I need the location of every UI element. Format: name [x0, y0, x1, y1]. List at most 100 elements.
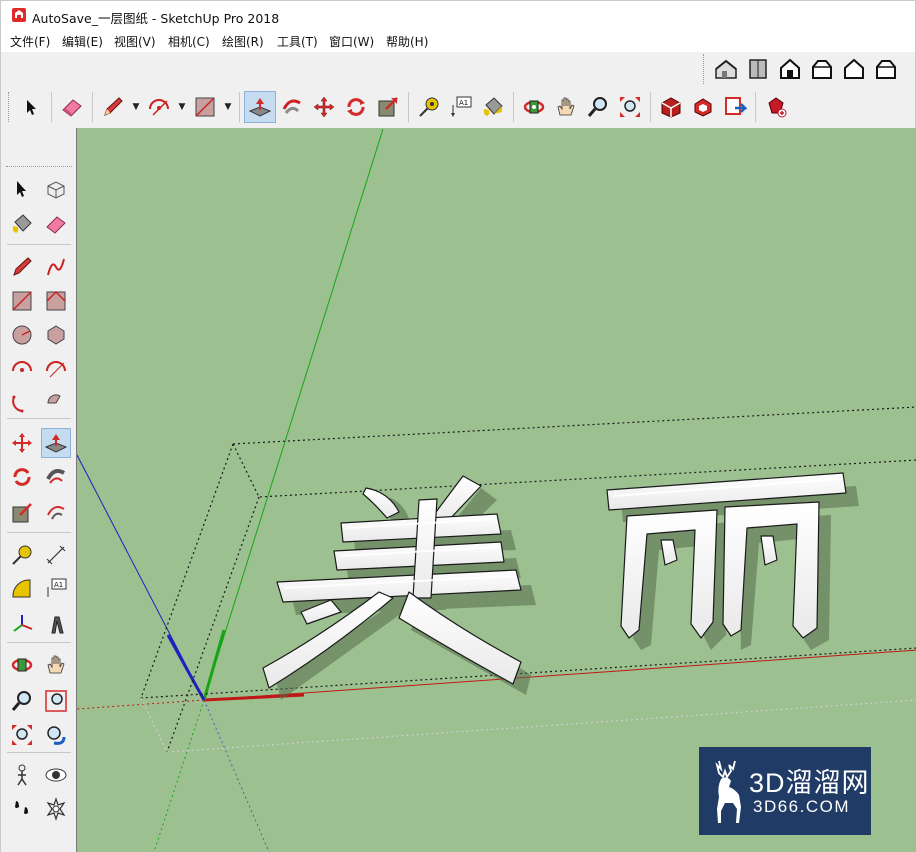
orbit-icon — [523, 100, 545, 114]
rotate-button[interactable] — [7, 462, 37, 492]
follow-me-button[interactable] — [276, 91, 308, 123]
orbit-button[interactable] — [518, 91, 550, 123]
pie-button[interactable] — [41, 388, 71, 418]
pencil-dropdown[interactable]: ▼ — [129, 91, 143, 123]
extension-warehouse-icon — [768, 97, 787, 118]
pan-button[interactable] — [550, 91, 582, 123]
select-button[interactable] — [15, 91, 47, 123]
menu-file[interactable]: 文件(F) — [10, 33, 50, 50]
warehouse-button[interactable] — [655, 91, 687, 123]
follow-me-button[interactable] — [41, 462, 71, 492]
orbit-button[interactable] — [7, 650, 37, 680]
text-tool-label: A1 — [459, 99, 468, 107]
position-camera-button[interactable] — [7, 760, 37, 790]
menu-edit[interactable]: 编辑(E) — [62, 33, 103, 50]
back-view-icon — [844, 58, 864, 79]
select-button[interactable] — [7, 175, 37, 205]
top-view-button[interactable] — [742, 53, 774, 85]
toolbar-grip[interactable] — [6, 166, 72, 168]
zoom-extents-icon — [12, 725, 32, 745]
scale-icon — [378, 97, 398, 117]
scene-canvas[interactable] — [77, 128, 916, 852]
3d-text-button[interactable] — [41, 610, 71, 640]
eraser-button[interactable] — [56, 91, 88, 123]
3d-text-li[interactable] — [606, 472, 859, 650]
freehand-icon — [47, 258, 65, 276]
paint-bucket-button[interactable] — [477, 91, 509, 123]
protractor-button[interactable] — [7, 574, 37, 604]
make-component-button[interactable] — [41, 175, 71, 205]
offset-button[interactable] — [41, 498, 71, 528]
menu-help[interactable]: 帮助(H) — [386, 33, 428, 50]
tape-measure-button[interactable] — [7, 540, 37, 570]
red-axis-negative — [77, 699, 205, 710]
pie-icon — [47, 394, 61, 404]
zoom-button[interactable] — [582, 91, 614, 123]
circle-button[interactable] — [7, 320, 37, 350]
rectangle-button[interactable] — [189, 91, 221, 123]
toolbar-grip[interactable] — [8, 92, 11, 122]
tape-measure-button[interactable] — [413, 91, 445, 123]
polygon-button[interactable] — [41, 320, 71, 350]
menu-draw[interactable]: 绘图(R) — [222, 33, 264, 50]
previous-view-button[interactable] — [41, 720, 71, 750]
move-button[interactable] — [308, 91, 340, 123]
arc-button[interactable] — [143, 91, 175, 123]
two-point-arc-button[interactable] — [41, 354, 71, 384]
menu-camera[interactable]: 相机(C) — [168, 33, 210, 50]
right-view-button[interactable] — [806, 53, 838, 85]
push-pull-button[interactable] — [244, 91, 276, 123]
extension-warehouse-button[interactable] — [760, 91, 792, 123]
left-view-button[interactable] — [870, 53, 902, 85]
front-view-button[interactable] — [774, 53, 806, 85]
scale-button[interactable] — [372, 91, 404, 123]
dimension-button[interactable] — [41, 540, 71, 570]
zoom-window-button[interactable] — [41, 686, 71, 716]
walk-button[interactable] — [7, 794, 37, 824]
scale-icon — [12, 503, 32, 523]
zoom-button[interactable] — [7, 686, 37, 716]
pencil-button[interactable] — [97, 91, 129, 123]
3d-text-mei[interactable] — [262, 475, 536, 700]
rotated-rectangle-icon — [46, 290, 66, 311]
menu-window[interactable]: 窗口(W) — [329, 33, 374, 50]
drawing-viewport[interactable] — [76, 128, 916, 852]
rectangle-button[interactable] — [7, 286, 37, 316]
position-camera-icon — [17, 764, 27, 786]
back-view-button[interactable] — [838, 53, 870, 85]
share-model-button[interactable] — [719, 91, 751, 123]
sketchup-logo-icon — [12, 8, 26, 22]
orbit-icon — [11, 658, 33, 672]
text-button[interactable]: A1 — [445, 91, 477, 123]
line-button[interactable] — [7, 252, 37, 282]
move-button[interactable] — [7, 428, 37, 458]
blue-axis-origin-segment — [166, 634, 206, 701]
zoom-extents-button[interactable] — [7, 720, 37, 750]
menu-tools[interactable]: 工具(T) — [277, 33, 318, 50]
share-model-icon — [725, 97, 747, 115]
rotated-rectangle-button[interactable] — [41, 286, 71, 316]
iso-view-button[interactable] — [710, 53, 742, 85]
menu-view[interactable]: 视图(V) — [114, 33, 156, 50]
push-pull-icon — [248, 98, 272, 117]
scale-button[interactable] — [7, 498, 37, 528]
components-button[interactable] — [687, 91, 719, 123]
arc-icon — [12, 361, 32, 372]
toolbar-grip[interactable] — [703, 54, 706, 84]
window-title: AutoSave_一层图纸 - SketchUp Pro 2018 — [32, 11, 280, 26]
rotate-button[interactable] — [340, 91, 372, 123]
push-pull-button[interactable] — [41, 428, 71, 458]
freehand-button[interactable] — [41, 252, 71, 282]
pan-button[interactable] — [41, 650, 71, 680]
arc-dropdown[interactable]: ▼ — [175, 91, 189, 123]
arc-button[interactable] — [7, 354, 37, 384]
axes-button[interactable] — [7, 610, 37, 640]
paint-bucket-button[interactable] — [7, 209, 37, 239]
eraser-button[interactable] — [41, 209, 71, 239]
rectangle-dropdown[interactable]: ▼ — [221, 91, 235, 123]
section-plane-button[interactable] — [41, 794, 71, 824]
three-point-arc-button[interactable] — [7, 388, 37, 418]
text-button[interactable]: A1 — [41, 574, 71, 604]
look-around-button[interactable] — [41, 760, 71, 790]
zoom-extents-button[interactable] — [614, 91, 646, 123]
